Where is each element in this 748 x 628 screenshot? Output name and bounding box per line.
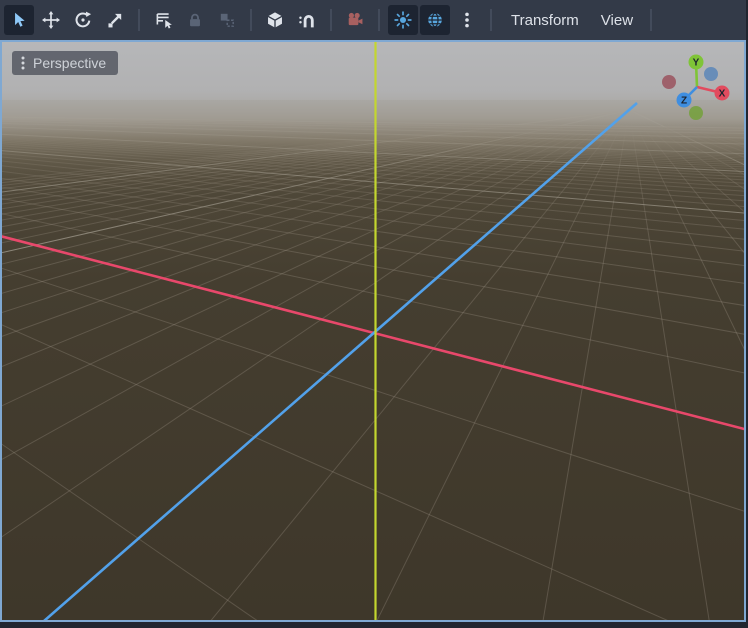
gizmo-neg-y-ball[interactable] (689, 106, 703, 120)
scene-svg: Y X Z (2, 42, 744, 620)
sun-toggle-icon (394, 11, 412, 29)
select-mode-icon (10, 11, 28, 29)
move-mode-button[interactable] (36, 5, 66, 35)
lock-selected-button[interactable] (180, 5, 210, 35)
camera-preview-button[interactable] (340, 5, 370, 35)
snap-toggle-button[interactable] (292, 5, 322, 35)
scale-mode-button[interactable] (100, 5, 130, 35)
list-select-button[interactable] (148, 5, 178, 35)
toolbar-separator (250, 9, 252, 31)
toolbar-separator (330, 9, 332, 31)
godot-3d-editor: TransformView Y X Z Perspective (0, 0, 748, 628)
more-options-icon (458, 11, 476, 29)
toolbar-separator (378, 9, 380, 31)
gizmo-axis-label: Z (681, 96, 687, 107)
rotate-mode-icon (74, 11, 92, 29)
3d-viewport[interactable]: Y X Z Perspective (0, 40, 746, 622)
scale-mode-icon (106, 11, 124, 29)
environment-toggle-button[interactable] (420, 5, 450, 35)
sun-toggle-button[interactable] (388, 5, 418, 35)
group-selected-icon (218, 11, 236, 29)
perspective-menu-button[interactable]: Perspective (12, 51, 118, 75)
select-mode-button[interactable] (4, 5, 34, 35)
group-selected-button[interactable] (212, 5, 242, 35)
gizmo-neg-x-ball[interactable] (662, 75, 676, 89)
rotate-mode-button[interactable] (68, 5, 98, 35)
viewport-toolbar: TransformView (0, 0, 746, 40)
snap-toggle-icon (298, 11, 316, 29)
camera-preview-icon (346, 11, 364, 29)
transform-menu[interactable]: Transform (500, 6, 590, 35)
list-select-icon (154, 11, 172, 29)
toolbar-separator (138, 9, 140, 31)
view-menu[interactable]: View (590, 6, 644, 35)
environment-toggle-icon (426, 11, 444, 29)
local-space-toggle-button[interactable] (260, 5, 290, 35)
viewport-label: Perspective (33, 55, 106, 71)
local-space-toggle-icon (266, 11, 284, 29)
gizmo-neg-z-ball[interactable] (704, 67, 718, 81)
move-mode-icon (42, 11, 60, 29)
kebab-menu-icon (20, 55, 26, 71)
horizon-fog (2, 100, 744, 255)
toolbar-separator (490, 9, 492, 31)
toolbar-separator (650, 9, 652, 31)
lock-selected-icon (186, 11, 204, 29)
gizmo-axis-label: Y (693, 58, 700, 69)
more-options-button[interactable] (452, 5, 482, 35)
gizmo-axis-label: X (719, 89, 726, 100)
